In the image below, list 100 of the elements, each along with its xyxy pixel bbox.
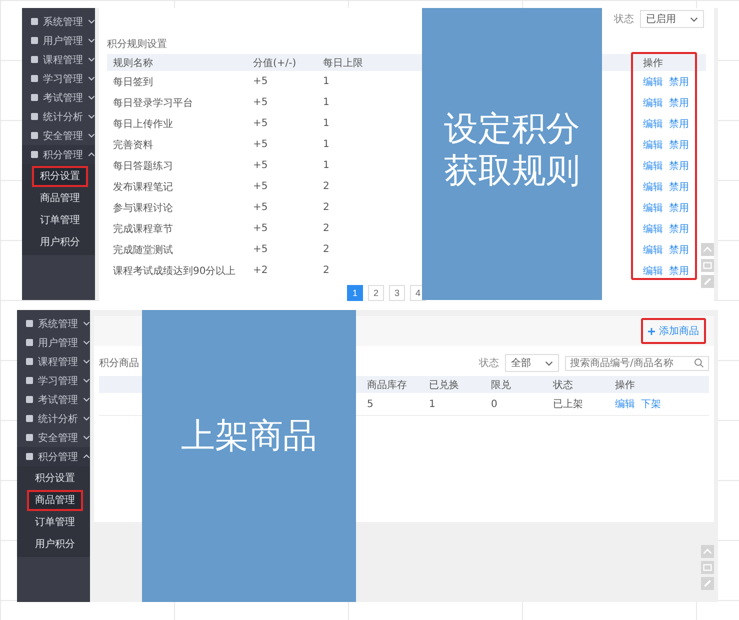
table-cell-text: 2: [322, 202, 330, 213]
nav-item[interactable]: 学习管理: [17, 371, 90, 390]
overlay-caption: 上架商品: [181, 414, 317, 458]
chevron-icon: [88, 95, 95, 100]
action-link[interactable]: 编辑: [643, 264, 663, 278]
edit-icon[interactable]: [701, 275, 714, 288]
action-link[interactable]: 禁用: [669, 180, 689, 194]
nav-item[interactable]: 积分管理: [22, 145, 95, 164]
chevron-icon: [83, 359, 90, 364]
nav-item[interactable]: 课程管理: [17, 352, 90, 371]
status-select[interactable]: 已启用: [640, 10, 704, 28]
nav-item[interactable]: 考试管理: [22, 88, 95, 107]
table-cell-text: 课程考试成绩达到90分以上: [112, 264, 237, 278]
nav-item[interactable]: 课程管理: [22, 50, 95, 69]
action-link[interactable]: 编辑: [615, 397, 635, 411]
nav-item[interactable]: 系统管理: [17, 314, 90, 333]
action-link[interactable]: 编辑: [643, 158, 663, 172]
nav-item[interactable]: 用户管理: [17, 333, 90, 352]
nav-subitem[interactable]: 积分设置: [32, 166, 88, 187]
table-cell-text: 2: [322, 223, 330, 234]
page-button[interactable]: 1: [347, 285, 363, 301]
nav-subitem[interactable]: 商品管理: [27, 490, 83, 511]
table-cell-text: 每日签到: [112, 76, 154, 88]
table-cell-text: 每日登录学习平台: [112, 96, 194, 110]
action-link[interactable]: 禁用: [669, 200, 689, 214]
action-link[interactable]: 禁用: [669, 242, 689, 256]
page-button[interactable]: 3: [389, 285, 405, 301]
action-link[interactable]: 禁用: [669, 138, 689, 152]
column-header: 操作: [642, 56, 664, 70]
chevron-icon: [88, 133, 95, 138]
action-link[interactable]: 编辑: [643, 116, 663, 130]
add-button[interactable]: 添加商品: [646, 322, 701, 340]
table-cell-text: 1: [322, 160, 330, 171]
back-to-top-icon[interactable]: [701, 243, 714, 256]
table-cell-text: 1: [322, 76, 330, 87]
search-icon: [694, 358, 704, 368]
action-link[interactable]: 禁用: [669, 222, 689, 236]
chevron-icon: [88, 19, 95, 24]
nav-item[interactable]: 系统管理: [22, 12, 95, 31]
status-select[interactable]: 全部: [505, 354, 559, 372]
column-header: 已兑换: [428, 378, 460, 392]
nav-item[interactable]: 统计分析: [17, 409, 90, 428]
action-link[interactable]: 禁用: [669, 116, 689, 130]
column-header: 状态: [552, 378, 574, 392]
table-cell-text: 参与课程讨论: [112, 202, 174, 214]
column-header: 操作: [614, 378, 636, 392]
nav-subitem[interactable]: 积分设置: [27, 468, 83, 489]
table-cell-text: +5: [252, 244, 269, 255]
action-link[interactable]: 禁用: [669, 158, 689, 172]
table-cell-text: 1: [322, 139, 330, 150]
table-cell-text: 每日答题练习: [112, 160, 174, 172]
chevron-icon: [83, 378, 90, 383]
nav-subitem[interactable]: 用户积分: [27, 534, 83, 555]
action-link[interactable]: 禁用: [669, 264, 689, 278]
action-link[interactable]: 编辑: [643, 96, 663, 110]
nav-item[interactable]: 安全管理: [22, 126, 95, 145]
action-link[interactable]: 编辑: [643, 138, 663, 152]
action-link[interactable]: 禁用: [669, 96, 689, 110]
nav-subitem[interactable]: 订单管理: [27, 512, 83, 533]
column-header: 限兑: [490, 378, 512, 392]
nav-subitem[interactable]: 订单管理: [32, 210, 88, 231]
action-link[interactable]: 编辑: [643, 74, 663, 88]
page-button[interactable]: 2: [368, 285, 384, 301]
nav-item[interactable]: 积分管理: [17, 447, 90, 466]
chevron-icon: [88, 57, 95, 62]
nav-item[interactable]: 考试管理: [17, 390, 90, 409]
nav-subitem[interactable]: 用户积分: [32, 232, 88, 253]
chevron-icon: [83, 397, 90, 402]
chevron-icon: [690, 16, 698, 22]
table-cell-text: 发布课程笔记: [112, 180, 174, 194]
table-cell-text: +5: [252, 139, 269, 150]
chevron-icon: [83, 435, 90, 440]
nav-item[interactable]: 学习管理: [22, 69, 95, 88]
table-cell-text: +5: [252, 76, 269, 87]
table-cell-text: +5: [252, 223, 269, 234]
nav-item[interactable]: 安全管理: [17, 428, 90, 447]
action-link[interactable]: 编辑: [643, 200, 663, 214]
table-cell-text: 完成课程章节: [112, 222, 174, 236]
table-cell-text: 完成随堂测试: [112, 244, 174, 256]
action-link[interactable]: 编辑: [643, 180, 663, 194]
action-link[interactable]: 编辑: [643, 222, 663, 236]
card-title: 积分商品: [99, 356, 139, 371]
table-cell-text: 5: [366, 398, 374, 410]
action-link[interactable]: 禁用: [669, 74, 689, 88]
nav-subitem[interactable]: 商品管理: [32, 188, 88, 209]
back-to-top-icon[interactable]: [701, 545, 714, 558]
nav-item[interactable]: 用户管理: [22, 31, 95, 50]
table-cell-text: 每日上传作业: [112, 118, 174, 130]
table-cell-text: +5: [252, 160, 269, 171]
action-link[interactable]: 下架: [641, 397, 661, 411]
table-cell-text: 2: [322, 244, 330, 255]
nav-item[interactable]: 统计分析: [22, 107, 95, 126]
column-header: 每日上限: [322, 56, 364, 70]
table-cell-text: 0: [490, 398, 498, 410]
action-link[interactable]: 编辑: [643, 242, 663, 256]
table-cell-text: 1: [322, 118, 330, 129]
edit-icon[interactable]: [701, 577, 714, 590]
chevron-icon: [545, 360, 553, 366]
overlay-caption: 设定积分 获取规则: [444, 108, 580, 193]
chevron-icon: [83, 454, 90, 459]
